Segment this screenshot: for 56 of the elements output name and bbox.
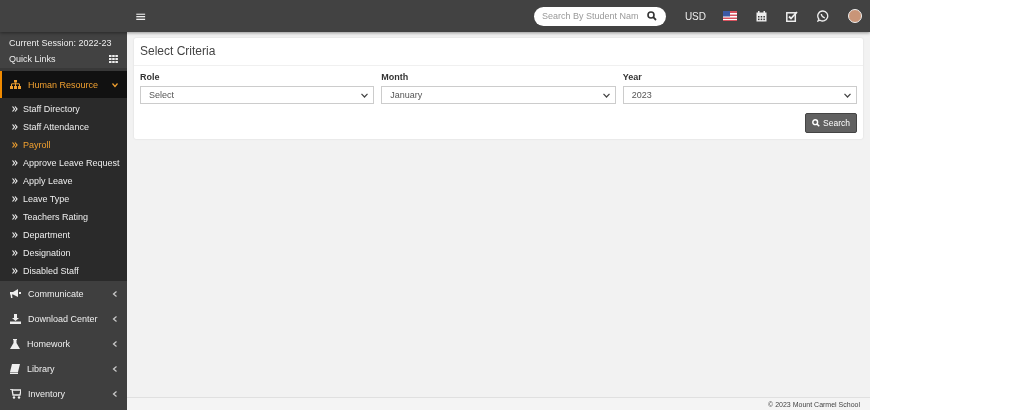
sidebar-menu-item[interactable]: Inventory: [0, 381, 127, 406]
chevron-down-icon: [602, 92, 610, 98]
card-title: Select Criteria: [134, 38, 863, 66]
flag-icon[interactable]: [723, 11, 737, 21]
submenu-item[interactable]: Staff Attendance: [0, 118, 127, 136]
double-chevron-icon: [12, 196, 18, 202]
submenu-item[interactable]: Approve Leave Request: [0, 154, 127, 172]
grid-icon[interactable]: [109, 55, 118, 63]
calendar-icon[interactable]: [756, 10, 767, 22]
submenu-item[interactable]: Designation: [0, 244, 127, 262]
search-icon: [812, 119, 821, 127]
double-chevron-icon: [12, 232, 18, 238]
sidebar-menu-item[interactable]: Communicate: [0, 281, 127, 306]
submenu-item[interactable]: Apply Leave: [0, 172, 127, 190]
cart-icon: [10, 388, 21, 399]
field-label: Month: [381, 72, 410, 82]
dropdown-field[interactable]: Select: [140, 86, 375, 104]
search-button[interactable]: Search: [805, 113, 857, 133]
submenu-item[interactable]: Payroll: [0, 136, 127, 154]
sidebar-menu-item[interactable]: Library: [0, 356, 127, 381]
double-chevron-icon: [12, 160, 18, 166]
double-chevron-icon: [12, 268, 18, 274]
search-icon: [646, 11, 657, 21]
book-icon: [10, 363, 20, 374]
double-chevron-icon: [12, 178, 18, 184]
sidebar-menu-item[interactable]: Download Center: [0, 306, 127, 331]
current-session-label: Current Session: 2022-23: [9, 38, 113, 48]
double-chevron-icon: [12, 214, 18, 220]
double-chevron-icon: [12, 124, 18, 130]
chevron-down-icon: [361, 92, 369, 98]
search-field[interactable]: Search By Student Nam: [533, 6, 666, 26]
double-chevron-icon: [12, 106, 18, 112]
double-chevron-icon: [12, 250, 18, 256]
chevron-down-icon: [844, 92, 851, 98]
submenu-item[interactable]: Leave Type: [0, 190, 127, 208]
menu-button[interactable]: ≡: [127, 9, 155, 23]
sidebar-menu-item[interactable]: Homework: [0, 331, 127, 356]
currency-label[interactable]: USD: [684, 10, 706, 22]
chat-phone-icon[interactable]: [817, 10, 829, 22]
submenu-item[interactable]: Staff Directory: [0, 100, 127, 118]
megaphone-icon: [10, 289, 21, 298]
field-label: Year: [622, 72, 643, 82]
dropdown-field[interactable]: 2023: [622, 86, 857, 104]
user-avatar[interactable]: [848, 9, 862, 23]
download-icon: [10, 313, 21, 324]
submenu-item[interactable]: Disabled Staff: [0, 262, 127, 280]
quick-links-label[interactable]: Quick Links: [9, 54, 56, 64]
double-chevron-icon: [12, 142, 18, 148]
flask-icon: [10, 338, 20, 349]
submenu-item[interactable]: Teachers Rating: [0, 208, 127, 226]
field-label: Role: [140, 72, 161, 82]
dropdown-field[interactable]: January: [381, 86, 616, 104]
submenu-item[interactable]: Department: [0, 226, 127, 244]
sidebar-menu-item[interactable]: Human Resource: [0, 71, 127, 98]
checkbox-icon[interactable]: [786, 10, 798, 22]
sitemap-icon: [10, 80, 21, 89]
